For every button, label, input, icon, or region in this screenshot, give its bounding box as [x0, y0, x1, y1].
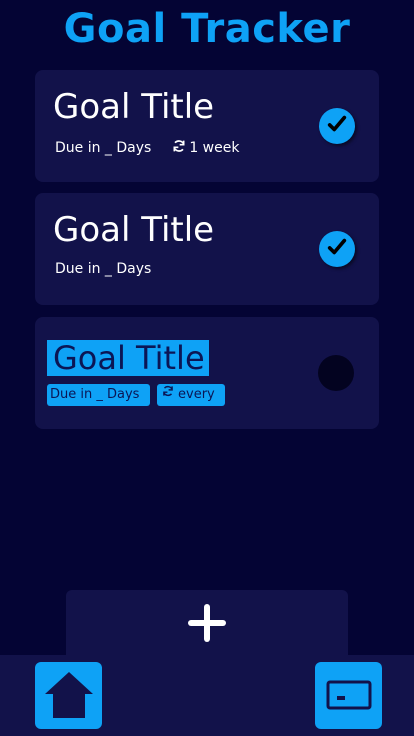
plus-icon [186, 602, 228, 648]
repeat-input[interactable]: every [157, 384, 225, 406]
goal-title-input[interactable]: Goal Title [47, 340, 209, 376]
check-icon [326, 236, 348, 262]
home-button[interactable] [35, 662, 102, 729]
goal-title: Goal Title [53, 210, 215, 250]
goal-card[interactable]: Goal Title Due in _ Days [35, 193, 379, 305]
repeat-text: every [178, 387, 215, 402]
goal-meta: Due in _ Days 1 week [55, 138, 239, 158]
repeat-info: 1 week [171, 138, 239, 158]
goal-tracker-app: Goal Tracker Goal Title Due in _ Days 1 … [0, 0, 414, 736]
repeat-icon [171, 138, 187, 158]
due-days-input[interactable]: Due in _ Days [47, 384, 150, 406]
complete-checkbox[interactable] [319, 231, 355, 267]
goal-card[interactable]: Goal Title Due in _ Days 1 week [35, 70, 379, 182]
repeat-text: 1 week [189, 140, 240, 156]
card-icon [321, 666, 377, 726]
new-goal-card[interactable]: Goal Title Due in _ Days every [35, 317, 379, 429]
complete-checkbox[interactable] [318, 355, 354, 391]
complete-checkbox[interactable] [319, 108, 355, 144]
goal-title: Goal Title [53, 87, 215, 127]
repeat-icon [161, 384, 175, 406]
add-goal-button[interactable] [66, 590, 348, 660]
app-title: Goal Tracker [63, 6, 351, 52]
card-button[interactable] [315, 662, 382, 729]
due-text: Due in _ Days [55, 140, 152, 156]
check-icon [326, 113, 348, 139]
goal-meta: Due in _ Days [55, 261, 151, 277]
home-icon [41, 666, 97, 726]
due-text: Due in _ Days [55, 261, 152, 277]
